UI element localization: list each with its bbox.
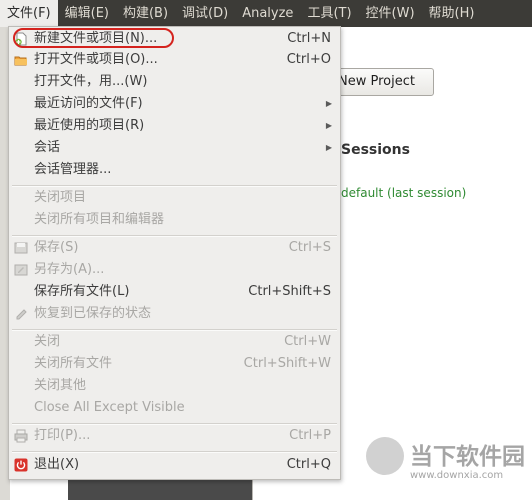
menu-item-save-as[interactable]: 另存为(A)... xyxy=(9,259,340,281)
menu-item-revert-to-saved[interactable]: 恢复到已保存的状态 xyxy=(9,303,340,325)
menu-debug[interactable]: 调试(D) xyxy=(175,0,235,27)
menu-item-close-others[interactable]: 关闭其他 xyxy=(9,375,340,397)
menu-file[interactable]: 文件(F) xyxy=(0,0,58,27)
shortcut-label: Ctrl+N xyxy=(287,31,331,46)
revert-icon xyxy=(14,307,28,321)
menu-item-label: 关闭项目 xyxy=(34,190,87,205)
file-menu-dropdown: 新建文件或项目(N)... Ctrl+N 打开文件或项目(O)... Ctrl+… xyxy=(8,26,341,480)
menu-item-label: 关闭其他 xyxy=(34,378,87,393)
menu-item-label: 最近访问的文件(F) xyxy=(34,96,143,111)
menu-item-save-all[interactable]: 保存所有文件(L) Ctrl+Shift+S xyxy=(9,281,340,303)
menubar: 文件(F) 编辑(E) 构建(B) 调试(D) Analyze 工具(T) 控件… xyxy=(0,0,532,27)
menu-item-recent-projects[interactable]: 最近使用的项目(R) ▶ xyxy=(9,115,340,137)
shortcut-label: Ctrl+O xyxy=(286,52,331,67)
highlight-annotation-ring xyxy=(13,28,174,48)
menu-item-label: 打开文件，用...(W) xyxy=(34,74,148,89)
menu-item-open-file-or-project[interactable]: 打开文件或项目(O)... Ctrl+O xyxy=(9,49,340,71)
menu-item-label: 最近使用的项目(R) xyxy=(34,118,145,133)
menu-analyze[interactable]: Analyze xyxy=(235,0,300,27)
menu-build[interactable]: 构建(B) xyxy=(116,0,175,27)
menu-item-label: 恢复到已保存的状态 xyxy=(34,306,152,321)
watermark-logo-icon xyxy=(366,437,404,475)
menu-item-label: 另存为(A)... xyxy=(34,262,105,277)
save-icon xyxy=(14,241,28,255)
menu-item-print[interactable]: 打印(P)... Ctrl+P xyxy=(9,425,340,447)
session-item-default[interactable]: default (last session) xyxy=(341,186,466,200)
menu-item-recent-files[interactable]: 最近访问的文件(F) ▶ xyxy=(9,93,340,115)
menu-item-close-all-files[interactable]: 关闭所有文件 Ctrl+Shift+W xyxy=(9,353,340,375)
menu-separator xyxy=(12,451,337,453)
menu-item-label: 关闭所有文件 xyxy=(34,356,113,371)
shortcut-label: Ctrl+Shift+W xyxy=(243,356,331,371)
menu-item-close-all-projects-and-editors[interactable]: 关闭所有项目和编辑器 xyxy=(9,209,340,231)
open-folder-icon xyxy=(14,53,28,67)
sessions-heading: Sessions xyxy=(341,142,410,158)
submenu-arrow-icon: ▶ xyxy=(325,99,332,108)
menu-item-open-file-with[interactable]: 打开文件，用...(W) xyxy=(9,71,340,93)
menu-item-label: 保存(S) xyxy=(34,240,79,255)
menu-item-label: 保存所有文件(L) xyxy=(34,284,130,299)
watermark-text: 当下软件园 xyxy=(410,444,525,470)
menu-item-session-manager[interactable]: 会话管理器... xyxy=(9,159,340,181)
menu-item-label: 打印(P)... xyxy=(34,428,91,443)
menu-item-label: Close All Except Visible xyxy=(34,400,185,415)
watermark-url: www.downxia.com xyxy=(410,470,504,481)
menu-help[interactable]: 帮助(H) xyxy=(422,0,482,27)
sidebar-bottom-bar xyxy=(68,478,252,500)
submenu-arrow-icon: ▶ xyxy=(325,143,332,152)
power-icon xyxy=(14,458,28,472)
menu-item-save[interactable]: 保存(S) Ctrl+S xyxy=(9,237,340,259)
shortcut-label: Ctrl+P xyxy=(289,428,331,443)
menu-item-label: 打开文件或项目(O)... xyxy=(34,52,158,67)
shortcut-label: Ctrl+W xyxy=(284,334,331,349)
menu-item-label: 退出(X) xyxy=(34,457,80,472)
menu-item-label: 会话 xyxy=(34,140,61,155)
menu-item-exit[interactable]: 退出(X) Ctrl+Q xyxy=(9,454,340,476)
menu-item-close-all-except-visible[interactable]: Close All Except Visible xyxy=(9,397,340,419)
save-as-icon xyxy=(14,263,28,277)
printer-icon xyxy=(14,429,28,443)
shortcut-label: Ctrl+S xyxy=(288,240,331,255)
menu-widgets[interactable]: 控件(W) xyxy=(359,0,422,27)
submenu-arrow-icon: ▶ xyxy=(325,121,332,130)
menu-item-label: 关闭所有项目和编辑器 xyxy=(34,212,165,227)
menu-item-sessions[interactable]: 会话 ▶ xyxy=(9,137,340,159)
menu-item-close-project[interactable]: 关闭项目 xyxy=(9,187,340,209)
menu-tools[interactable]: 工具(T) xyxy=(300,0,358,27)
menu-item-label: 会话管理器... xyxy=(34,162,112,177)
shortcut-label: Ctrl+Q xyxy=(286,457,331,472)
menu-item-label: 关闭 xyxy=(34,334,61,349)
shortcut-label: Ctrl+Shift+S xyxy=(248,284,331,299)
menu-item-close[interactable]: 关闭 Ctrl+W xyxy=(9,331,340,353)
menu-edit[interactable]: 编辑(E) xyxy=(58,0,116,27)
